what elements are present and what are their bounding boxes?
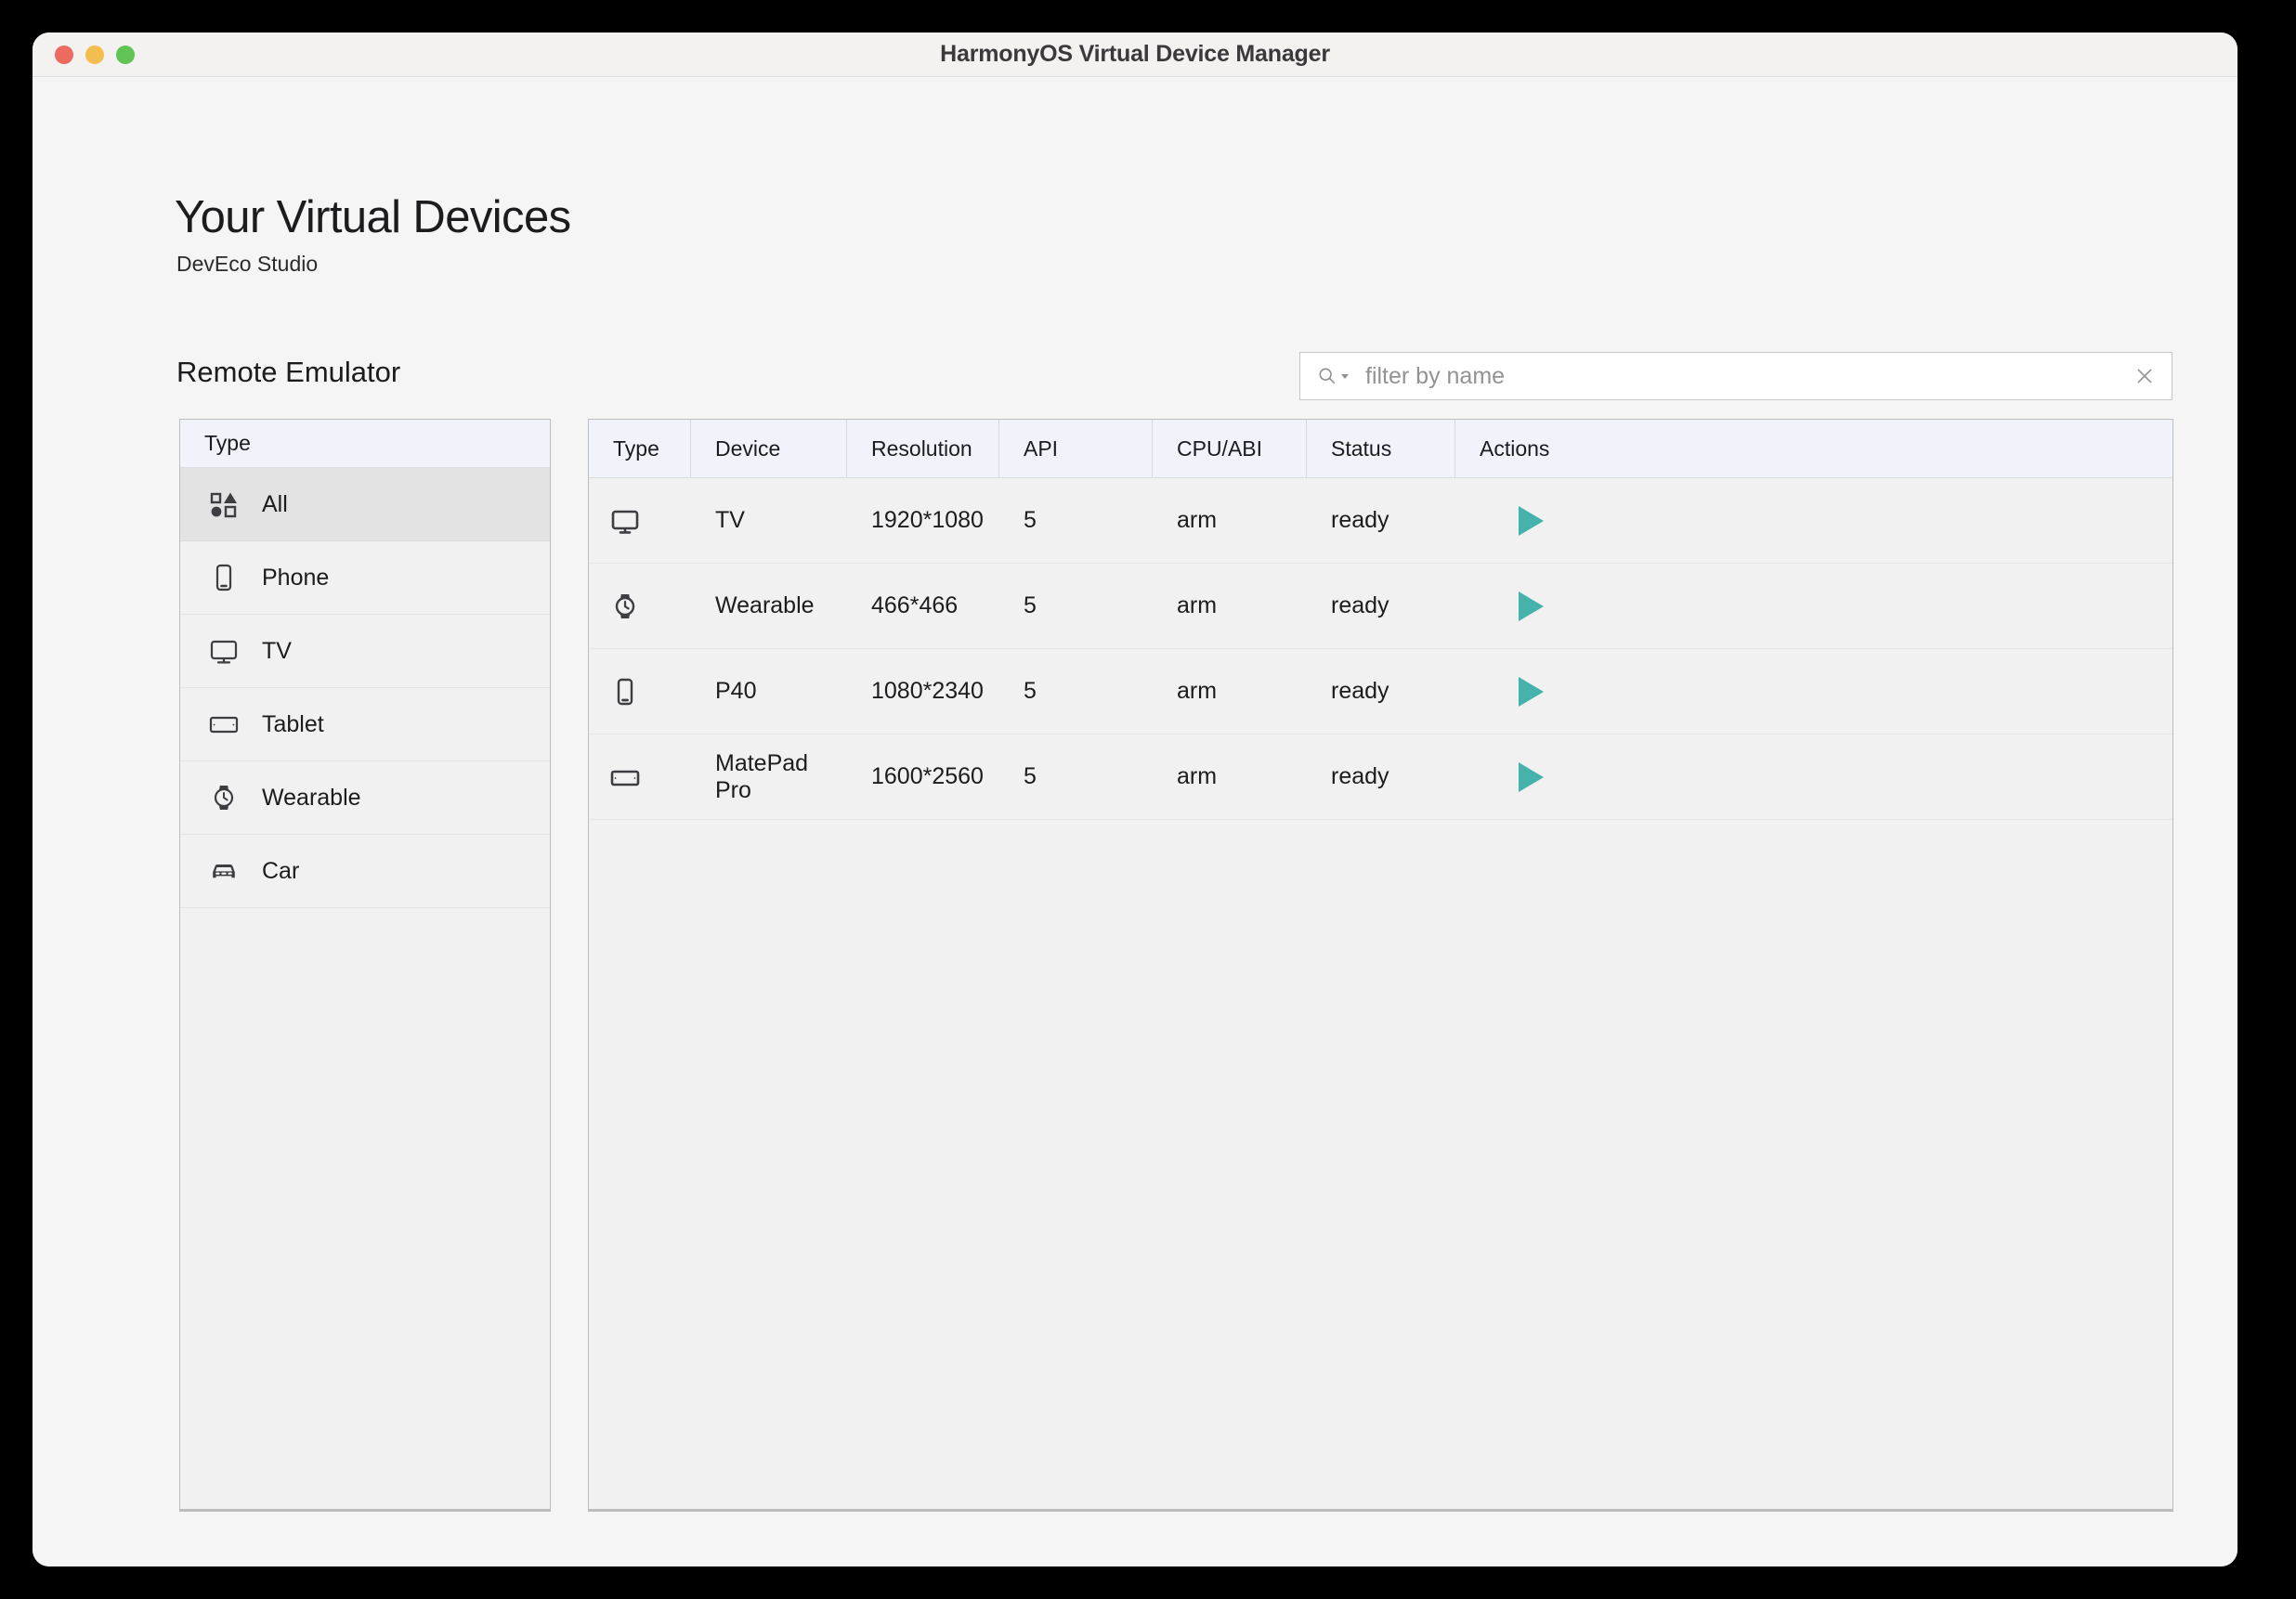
cell-cpu-abi: arm — [1153, 734, 1307, 819]
window-controls — [55, 32, 135, 77]
sidebar-item-car[interactable]: Car — [180, 835, 550, 908]
table-header-row: Type Device Resolution API CPU/ABI Statu… — [589, 420, 2172, 478]
sidebar-item-wearable[interactable]: Wearable — [180, 761, 550, 835]
table-row[interactable]: Wearable 466*466 5 arm ready — [589, 564, 2172, 649]
filter-box[interactable] — [1299, 352, 2172, 400]
type-filter-panel: Type All — [179, 419, 551, 1512]
cell-status: ready — [1307, 478, 1455, 563]
car-icon — [208, 855, 240, 887]
page-subtitle: DevEco Studio — [176, 252, 318, 277]
page-title: Your Virtual Devices — [175, 191, 571, 243]
cell-api: 5 — [999, 734, 1153, 819]
cell-status: ready — [1307, 734, 1455, 819]
minimize-window-button[interactable] — [85, 46, 104, 64]
watch-icon — [609, 591, 641, 622]
cell-resolution: 1600*2560 — [847, 734, 999, 819]
watch-icon — [208, 782, 240, 813]
app-window: HarmonyOS Virtual Device Manager Your Vi… — [33, 32, 2237, 1566]
close-icon[interactable] — [2133, 364, 2157, 388]
cell-device: Wearable — [691, 564, 847, 648]
cell-type — [589, 564, 691, 648]
search-input[interactable] — [1350, 363, 2133, 390]
column-header-cpu-abi[interactable]: CPU/ABI — [1153, 420, 1307, 477]
cell-status: ready — [1307, 649, 1455, 734]
cell-actions — [1455, 478, 2172, 563]
column-header-device[interactable]: Device — [691, 420, 847, 477]
window-title: HarmonyOS Virtual Device Manager — [33, 41, 2237, 68]
column-header-type[interactable]: Type — [589, 420, 691, 477]
cell-api: 5 — [999, 478, 1153, 563]
close-window-button[interactable] — [55, 46, 73, 64]
phone-icon — [208, 562, 240, 593]
tv-icon — [609, 505, 641, 537]
column-header-actions[interactable]: Actions — [1455, 420, 2172, 477]
search-icon[interactable] — [1317, 366, 1350, 386]
cell-status: ready — [1307, 564, 1455, 648]
sidebar-item-all[interactable]: All — [180, 468, 550, 541]
cell-resolution: 1920*1080 — [847, 478, 999, 563]
sidebar-item-label: Phone — [262, 565, 329, 592]
sidebar-item-label: Wearable — [262, 785, 361, 812]
table-row[interactable]: TV 1920*1080 5 arm ready — [589, 478, 2172, 564]
sidebar-item-tablet[interactable]: Tablet — [180, 688, 550, 761]
phone-icon — [609, 676, 641, 708]
cell-api: 5 — [999, 564, 1153, 648]
cell-cpu-abi: arm — [1153, 564, 1307, 648]
tablet-icon — [208, 708, 240, 740]
sidebar-item-label: TV — [262, 638, 292, 665]
cell-resolution: 466*466 — [847, 564, 999, 648]
sidebar-item-label: Car — [262, 858, 299, 885]
chevron-down-icon[interactable] — [1339, 370, 1350, 382]
cell-device: TV — [691, 478, 847, 563]
section-title: Remote Emulator — [176, 356, 400, 389]
cell-type — [589, 734, 691, 819]
play-icon[interactable] — [1515, 504, 1546, 538]
sidebar-item-phone[interactable]: Phone — [180, 541, 550, 615]
cell-actions — [1455, 564, 2172, 648]
play-icon[interactable] — [1515, 675, 1546, 708]
table-row[interactable]: P40 1080*2340 5 arm ready — [589, 649, 2172, 734]
cell-device: P40 — [691, 649, 847, 734]
cell-resolution: 1080*2340 — [847, 649, 999, 734]
zoom-window-button[interactable] — [116, 46, 135, 64]
device-table-panel: Type Device Resolution API CPU/ABI Statu… — [588, 419, 2173, 1512]
sidebar-item-label: Tablet — [262, 711, 324, 738]
sidebar-item-label: All — [262, 491, 288, 518]
cell-cpu-abi: arm — [1153, 478, 1307, 563]
cell-type — [589, 649, 691, 734]
column-header-api[interactable]: API — [999, 420, 1153, 477]
sidebar-item-tv[interactable]: TV — [180, 615, 550, 688]
shapes-icon — [208, 488, 240, 520]
cell-api: 5 — [999, 649, 1153, 734]
column-header-status[interactable]: Status — [1307, 420, 1455, 477]
cell-actions — [1455, 734, 2172, 819]
table-row[interactable]: MatePad Pro 1600*2560 5 arm ready — [589, 734, 2172, 820]
cell-cpu-abi: arm — [1153, 649, 1307, 734]
column-header-resolution[interactable]: Resolution — [847, 420, 999, 477]
window-content: Your Virtual Devices DevEco Studio Remot… — [33, 77, 2237, 1566]
cell-type — [589, 478, 691, 563]
tv-icon — [208, 635, 240, 667]
play-icon[interactable] — [1515, 760, 1546, 794]
sidebar-header: Type — [180, 420, 550, 468]
tablet-icon — [609, 761, 641, 793]
cell-device: MatePad Pro — [691, 734, 847, 819]
title-bar: HarmonyOS Virtual Device Manager — [33, 32, 2237, 77]
cell-actions — [1455, 649, 2172, 734]
play-icon[interactable] — [1515, 590, 1546, 623]
